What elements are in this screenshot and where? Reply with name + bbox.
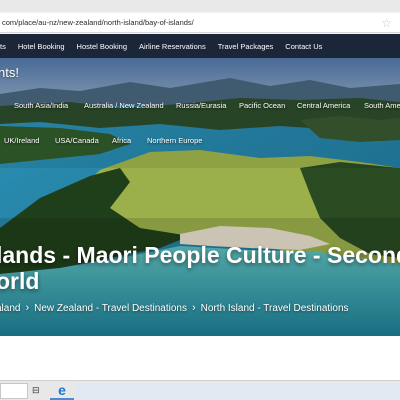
region-link-central-america[interactable]: Central America <box>297 101 364 110</box>
hero-banner: nts! South Asia/India Australia / New Ze… <box>0 58 400 336</box>
region-link-usa-canada[interactable]: USA/Canada <box>55 136 112 145</box>
nav-item-hostel-booking[interactable]: Hostel Booking <box>77 42 127 51</box>
page-title-line-2: orld <box>0 268 40 294</box>
nav-item-contact-us[interactable]: Contact Us <box>285 42 322 51</box>
region-menu-row-2: UK/Ireland USA/Canada Africa Northern Eu… <box>0 136 202 145</box>
region-link-australia-new-zealand[interactable]: Australia / New Zealand <box>84 101 176 110</box>
region-link-south-america[interactable]: South Ame <box>364 101 400 110</box>
page-content-area <box>0 336 400 380</box>
url-text[interactable]: com/place/au-nz/new-zealand/north-island… <box>0 18 194 27</box>
hero-tagline: nts! <box>0 65 19 80</box>
chevron-right-icon: › <box>25 302 30 314</box>
breadcrumb-item-new-zealand[interactable]: New Zealand - Travel Destinations <box>34 303 187 314</box>
breadcrumb-item-partial[interactable]: aland <box>0 303 20 314</box>
page-title: lands - Maori People Culture - Second or… <box>0 242 400 294</box>
region-link-south-asia-india[interactable]: South Asia/India <box>14 101 84 110</box>
nav-item-travel-packages[interactable]: Travel Packages <box>218 42 274 51</box>
chevron-right-icon: › <box>192 302 196 314</box>
star-icon[interactable]: ☆ <box>381 16 392 30</box>
taskbar: ⊟ e <box>0 380 400 400</box>
region-link-pacific-ocean[interactable]: Pacific Ocean <box>239 101 297 110</box>
taskbar-window-area[interactable] <box>76 383 400 399</box>
taskbar-search-box[interactable] <box>0 383 28 399</box>
page-title-line-1: lands - Maori People Culture - Second <box>0 242 400 268</box>
region-link-russia-eurasia[interactable]: Russia/Eurasia <box>176 101 239 110</box>
edge-icon[interactable]: e <box>54 382 70 399</box>
task-view-icon[interactable]: ⊟ <box>32 385 40 396</box>
breadcrumb: aland › New Zealand - Travel Destination… <box>0 302 349 314</box>
region-link-africa[interactable]: Africa <box>112 136 147 145</box>
browser-tab-strip <box>0 0 400 12</box>
region-menu-row-1: South Asia/India Australia / New Zealand… <box>0 101 400 110</box>
nav-item-airline-reservations[interactable]: Airline Reservations <box>139 42 206 51</box>
site-nav: ts Hotel Booking Hostel Booking Airline … <box>0 34 400 58</box>
hero-landscape-image <box>0 58 400 336</box>
region-link-uk-ireland[interactable]: UK/Ireland <box>4 136 55 145</box>
breadcrumb-item-north-island[interactable]: North Island - Travel Destinations <box>201 303 349 314</box>
nav-item-destinations[interactable]: ts <box>0 42 6 51</box>
region-link-northern-europe[interactable]: Northern Europe <box>147 136 202 145</box>
nav-item-hotel-booking[interactable]: Hotel Booking <box>18 42 65 51</box>
address-bar[interactable]: com/place/au-nz/new-zealand/north-island… <box>0 13 400 33</box>
